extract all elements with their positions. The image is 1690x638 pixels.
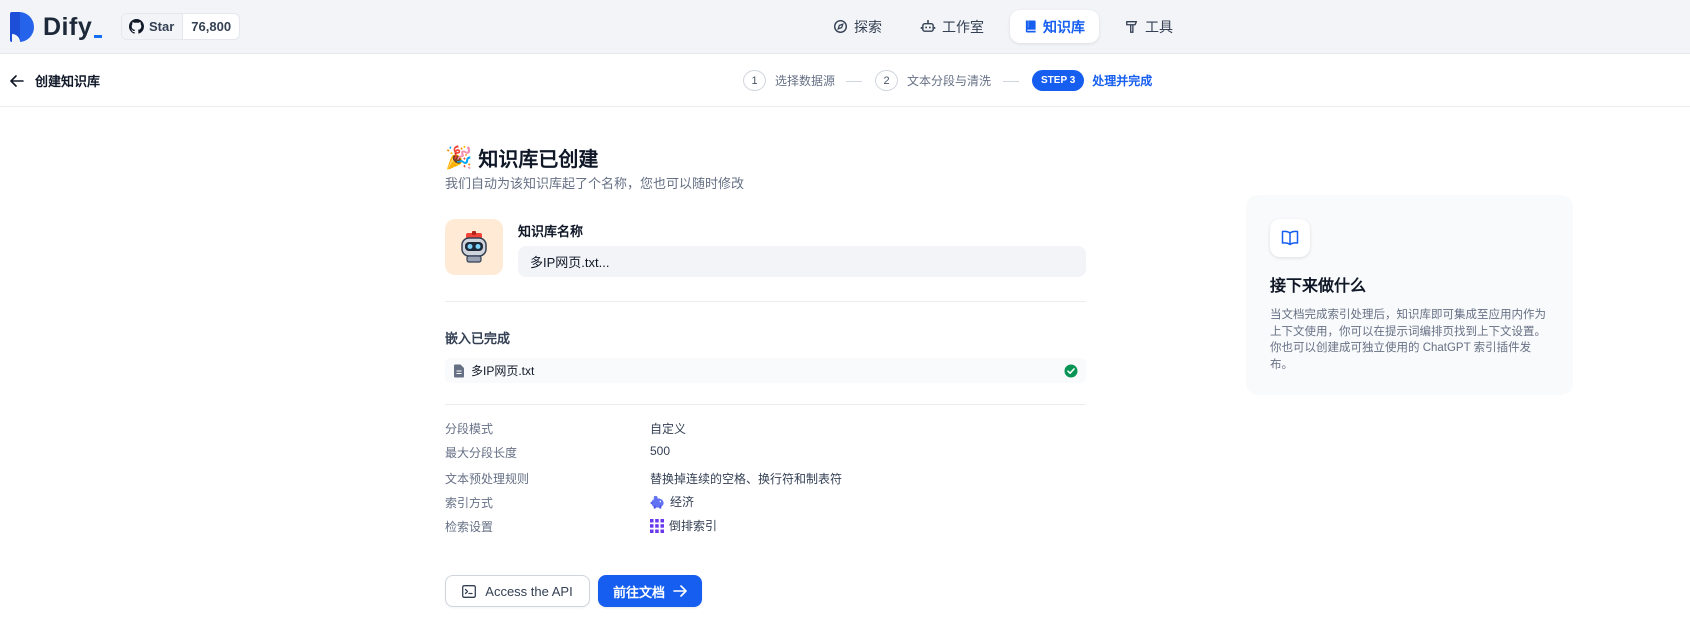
arrow-left-icon <box>10 74 24 87</box>
page-description: 我们自动为该知识库起了个名称，您也可以随时修改 <box>445 176 745 191</box>
terminal-icon <box>462 584 477 598</box>
info-value-segment-mode: 自定义 <box>650 422 687 436</box>
check-circle-icon <box>1064 364 1078 377</box>
step-1-label: 选择数据源 <box>775 74 836 88</box>
arrow-right-icon <box>673 585 687 597</box>
info-label-preprocess: 文本预处理规则 <box>445 472 530 486</box>
main-nav: 探索 工作室 知识库 工具 <box>0 10 1690 44</box>
kb-name-label: 知识库名称 <box>518 224 584 239</box>
step-3-label: 处理并完成 <box>1092 74 1153 88</box>
top-navigation-bar: Dify Star 76,800 探索 工作室 知识库 工具 <box>0 0 1690 54</box>
step-2-number: 2 <box>875 70 898 91</box>
info-label-index-mode: 索引方式 <box>445 496 494 510</box>
step-separator <box>846 81 862 82</box>
index-mode-label: 经济 <box>670 495 695 509</box>
back-button[interactable]: 创建知识库 <box>10 71 100 90</box>
info-label-retrieval: 检索设置 <box>445 520 494 534</box>
go-to-documents-button[interactable]: 前往文档 <box>598 575 702 607</box>
info-label-segment-mode: 分段模式 <box>445 422 494 436</box>
section-divider <box>445 301 1086 302</box>
nav-tools[interactable]: 工具 <box>1113 10 1185 43</box>
info-value-max-length: 500 <box>650 444 671 458</box>
grid-dots-icon <box>650 518 664 533</box>
access-api-label: Access the API <box>485 583 573 599</box>
compass-icon <box>833 19 848 34</box>
info-value-retrieval: 倒排索引 <box>650 517 717 534</box>
nav-explore[interactable]: 探索 <box>821 10 894 43</box>
robot-avatar-icon <box>461 231 487 263</box>
step-2: 2 文本分段与清洗 <box>875 70 991 91</box>
file-name: 多IP网页.txt <box>471 364 535 378</box>
create-knowledge-header: 创建知识库 1 选择数据源 2 文本分段与清洗 STEP 3 处理并完成 <box>0 55 1690 107</box>
step-3-badge: STEP 3 <box>1032 70 1085 91</box>
document-icon <box>454 364 464 377</box>
step-2-label: 文本分段与清洗 <box>907 74 992 88</box>
piggy-bank-icon <box>650 495 664 509</box>
step-1-number: 1 <box>743 70 766 91</box>
kb-name-input[interactable] <box>518 246 1086 277</box>
book-icon <box>1025 20 1036 33</box>
file-row[interactable]: 多IP网页.txt <box>445 358 1086 383</box>
nav-tools-label: 工具 <box>1145 18 1173 35</box>
access-api-button[interactable]: Access the API <box>445 575 590 607</box>
open-book-icon-box <box>1270 219 1310 257</box>
step-1: 1 选择数据源 <box>743 70 835 91</box>
knowledge-base-avatar[interactable] <box>445 219 503 275</box>
info-value-index-mode: 经济 <box>650 493 694 510</box>
hammer-icon <box>1126 21 1138 33</box>
info-value-preprocess: 替换掉连续的空格、换行符和制表符 <box>650 472 843 486</box>
robot-icon <box>920 19 936 32</box>
open-book-icon <box>1281 230 1299 246</box>
nav-explore-label: 探索 <box>854 18 882 35</box>
nav-knowledge[interactable]: 知识库 <box>1010 10 1099 43</box>
go-to-documents-label: 前往文档 <box>612 584 665 600</box>
step-separator <box>1003 81 1019 82</box>
retrieval-label: 倒排索引 <box>669 519 718 533</box>
page-title-row: 🎉 知识库已创建 <box>445 143 598 172</box>
embedding-status-title: 嵌入已完成 <box>445 331 511 346</box>
whats-next-card: 接下来做什么 当文档完成索引处理后，知识库即可集成至应用内作为上下文使用，你可以… <box>1246 195 1573 395</box>
party-popper-icon: 🎉 <box>445 144 473 170</box>
section-divider <box>445 404 1086 405</box>
info-label-max-length: 最大分段长度 <box>445 446 518 460</box>
nav-studio[interactable]: 工作室 <box>908 10 996 43</box>
page-title: 知识库已创建 <box>478 149 599 171</box>
back-label: 创建知识库 <box>35 74 101 89</box>
step-3: STEP 3 处理并完成 <box>1032 70 1152 91</box>
whats-next-description: 当文档完成索引处理后，知识库即可集成至应用内作为上下文使用，你可以在提示词编排页… <box>1270 309 1546 371</box>
whats-next-title: 接下来做什么 <box>1270 278 1367 295</box>
nav-studio-label: 工作室 <box>942 18 984 35</box>
nav-knowledge-label: 知识库 <box>1043 18 1085 35</box>
